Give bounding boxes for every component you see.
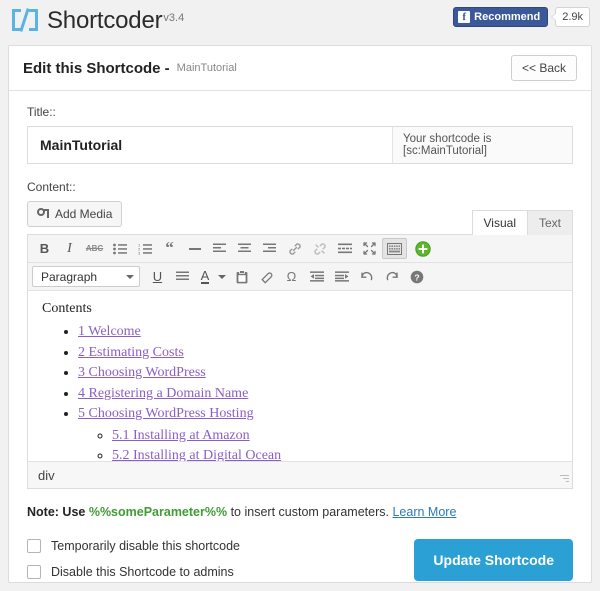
brand: Shortcoder v3.4: [12, 6, 184, 35]
panel-header: Edit this Shortcode - MainTutorial << Ba…: [9, 46, 591, 91]
fullscreen-icon[interactable]: [357, 238, 382, 259]
facebook-recommend-button[interactable]: f Recommend: [453, 7, 549, 27]
element-path: div: [38, 467, 55, 483]
editor-mode-tabs: Visual Text: [471, 209, 573, 235]
title-row: Your shortcode is [sc:MainTutorial]: [27, 126, 573, 164]
chevron-down-icon: [126, 274, 134, 279]
content-label: Content::: [27, 180, 76, 194]
option-label: Disable this Shortcode to admins: [51, 565, 234, 579]
keyboard-shortcuts-icon[interactable]: ?: [404, 266, 429, 287]
note-suffix: to insert custom parameters.: [230, 505, 389, 519]
list-item: 4 Registering a Domain Name: [78, 385, 558, 403]
back-button[interactable]: << Back: [510, 55, 577, 81]
shortcode-hint: Your shortcode is [sc:MainTutorial]: [392, 127, 572, 163]
note-prefix: Note: Use: [27, 505, 86, 519]
option-temporarily-disable[interactable]: Temporarily disable this shortcode: [27, 539, 414, 553]
horizontal-rule-icon[interactable]: [182, 238, 207, 259]
editor-toolbar-row-2: Paragraph U A Ω ?: [28, 263, 572, 291]
code-brackets-icon: [12, 8, 38, 32]
facebook-recommend-label: Recommend: [474, 11, 541, 23]
special-character-icon[interactable]: Ω: [279, 266, 304, 287]
toc-link[interactable]: 5.1 Installing at Amazon: [112, 428, 250, 443]
editor-content[interactable]: Contents 1 Welcome 2 Estimating Costs 3 …: [28, 291, 572, 461]
list-item: 5.1 Installing at Amazon: [112, 427, 558, 445]
svg-text:?: ?: [414, 272, 419, 282]
insert-link-icon[interactable]: [282, 238, 307, 259]
add-shortcode-icon[interactable]: [410, 238, 435, 259]
paste-as-text-icon[interactable]: [229, 266, 254, 287]
bulleted-list-icon[interactable]: [107, 238, 132, 259]
content-heading: Contents: [42, 301, 92, 316]
list-item: 5.2 Installing at Digital Ocean: [112, 447, 558, 461]
note: Note: Use %%someParameter%% to insert cu…: [27, 505, 573, 519]
edit-shortcode-panel: Edit this Shortcode - MainTutorial << Ba…: [8, 45, 592, 583]
toolbar-toggle-icon[interactable]: [382, 238, 407, 259]
toc-link[interactable]: 5 Choosing WordPress Hosting: [78, 406, 254, 421]
strikethrough-icon[interactable]: ABC: [82, 238, 107, 259]
text-color-chevron-down-icon[interactable]: [215, 266, 229, 287]
underline-icon[interactable]: U: [145, 266, 170, 287]
title-input[interactable]: [28, 127, 392, 163]
remove-link-icon[interactable]: [307, 238, 332, 259]
options-group: Temporarily disable this shortcode Disab…: [27, 539, 414, 591]
read-more-icon[interactable]: [332, 238, 357, 259]
tab-visual[interactable]: Visual: [471, 210, 528, 235]
align-right-icon[interactable]: [257, 238, 282, 259]
toc-link[interactable]: 4 Registering a Domain Name: [78, 386, 248, 401]
form-footer: Temporarily disable this shortcode Disab…: [27, 539, 573, 591]
facebook-icon: f: [458, 11, 471, 23]
checkbox-icon[interactable]: [27, 539, 41, 553]
note-parameter: %%someParameter%%: [88, 505, 228, 519]
list-item: 2 Estimating Costs: [78, 344, 558, 362]
option-label: Temporarily disable this shortcode: [51, 539, 240, 553]
toc-list: 1 Welcome 2 Estimating Costs 3 Choosing …: [42, 323, 558, 461]
list-item: 3 Choosing WordPress: [78, 364, 558, 382]
update-shortcode-button[interactable]: Update Shortcode: [414, 539, 573, 581]
toc-link[interactable]: 3 Choosing WordPress: [78, 365, 206, 380]
list-item: 5 Choosing WordPress Hosting 5.1 Install…: [78, 405, 558, 461]
app-header: Shortcoder v3.4 f Recommend 2.9k: [0, 0, 600, 45]
outdent-icon[interactable]: [304, 266, 329, 287]
checkbox-icon[interactable]: [27, 565, 41, 579]
editor-toolbar-row-1: B I ABC 123 “: [28, 235, 572, 263]
format-select[interactable]: Paragraph: [32, 266, 140, 287]
page-subtitle: MainTutorial: [176, 62, 237, 74]
align-justify-icon[interactable]: [170, 266, 195, 287]
align-center-icon[interactable]: [232, 238, 257, 259]
redo-icon[interactable]: [379, 266, 404, 287]
svg-text:3: 3: [138, 250, 141, 254]
text-color-icon[interactable]: A: [195, 266, 215, 287]
add-media-label: Add Media: [55, 207, 113, 221]
blockquote-icon[interactable]: “: [157, 238, 182, 259]
toc-link[interactable]: 2 Estimating Costs: [78, 345, 184, 360]
rich-text-editor: B I ABC 123 “ Paragraph U A Ω ? Contents…: [27, 234, 573, 489]
toc-sublist: 5.1 Installing at Amazon 5.2 Installing …: [78, 427, 558, 462]
recommend-count-bubble: 2.9k: [551, 7, 590, 27]
toc-link[interactable]: 5.2 Installing at Digital Ocean: [112, 448, 281, 461]
add-media-button[interactable]: Add Media: [27, 201, 123, 227]
resize-handle[interactable]: [559, 475, 569, 485]
social-recommend: f Recommend 2.9k: [453, 7, 590, 27]
app-version: v3.4: [163, 12, 185, 24]
bold-icon[interactable]: B: [32, 238, 57, 259]
option-disable-to-admins[interactable]: Disable this Shortcode to admins: [27, 565, 414, 579]
format-select-value: Paragraph: [41, 269, 98, 284]
indent-icon[interactable]: [329, 266, 354, 287]
list-item: 1 Welcome: [78, 323, 558, 341]
toc-link[interactable]: 1 Welcome: [78, 324, 141, 339]
editor-wrapper: Visual Text B I ABC 123 “ Paragraph U A …: [27, 210, 573, 489]
media-icon: [37, 207, 50, 221]
clear-formatting-icon[interactable]: [254, 266, 279, 287]
align-left-icon[interactable]: [207, 238, 232, 259]
editor-status-bar: div: [28, 461, 572, 488]
page-title: Edit this Shortcode -: [23, 59, 170, 77]
panel-body: Title:: Your shortcode is [sc:MainTutori…: [9, 91, 591, 591]
tab-text[interactable]: Text: [526, 210, 573, 235]
italic-icon[interactable]: I: [57, 238, 82, 259]
numbered-list-icon[interactable]: 123: [132, 238, 157, 259]
undo-icon[interactable]: [354, 266, 379, 287]
title-label: Title::: [27, 105, 56, 119]
app-title: Shortcoder: [47, 7, 163, 34]
learn-more-link[interactable]: Learn More: [392, 505, 456, 519]
